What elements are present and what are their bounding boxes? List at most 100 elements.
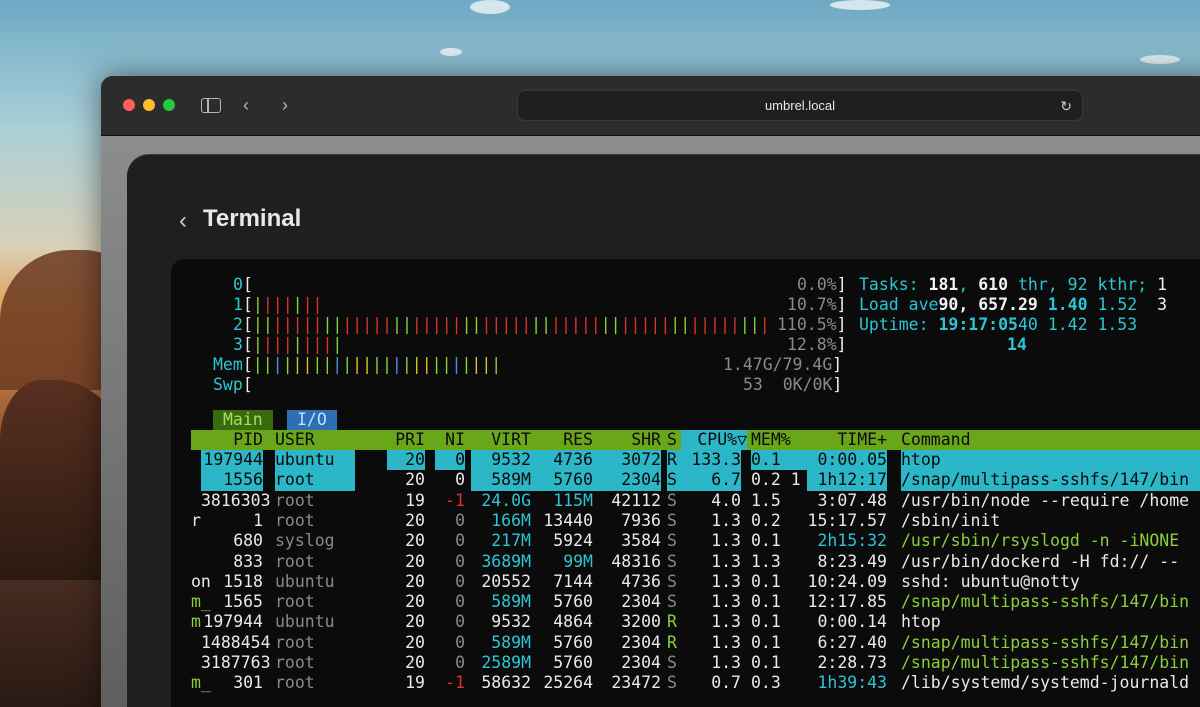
cell-user: root — [275, 653, 315, 672]
column-header-user[interactable]: USER — [275, 430, 355, 450]
cell-cmd: /snap/multipass-sshfs/147/bin — [901, 653, 1190, 672]
cell-cpu: 1.3 — [711, 571, 741, 591]
process-row[interactable]: 1565 root 20 0 589M 5760 2304 S 1.3 0.1 12:17.85/s… — [191, 592, 1200, 612]
column-header-virt[interactable]: VIRT — [471, 430, 531, 450]
cell-virt: 24.0G — [481, 490, 531, 510]
cell-res: 5924 — [553, 531, 593, 551]
column-header-mem[interactable]: MEM% — [751, 430, 807, 450]
cpu-2-percent: 110.5%] — [777, 315, 847, 334]
cell-pid: 3816303 — [201, 490, 271, 510]
cell-pri: 20 — [405, 612, 425, 632]
process-row[interactable]: 1488454 root 20 0 589M 5760 2304 R 1.3 0.1 6:27.40… — [191, 633, 1200, 653]
cell-cpu: 4.0 — [711, 490, 741, 510]
terminal-screen[interactable]: 0[ 1[||||||| 2[|||||||||||||||||||||||||… — [171, 259, 1200, 707]
column-header-ni[interactable]: NI — [435, 430, 465, 450]
close-window-button[interactable] — [123, 99, 135, 111]
cell-cmd: /snap/multipass-sshfs/147/bin — [901, 470, 1200, 491]
process-row[interactable]: 833 root 20 0 3689M 99M 48316 S 1.3 1.3 8:23.49/us… — [191, 552, 1200, 572]
column-header-shr[interactable]: SHR — [593, 430, 661, 450]
process-row[interactable]: 301 root 19 -1 58632 25264 23472 S 0.7 0.3 1h39:43… — [191, 673, 1200, 693]
cell-cmd: /snap/multipass-sshfs/147/bin — [901, 632, 1190, 652]
cell-pid: 680 — [233, 531, 263, 551]
cell-pri: 20 — [405, 470, 425, 490]
process-row[interactable]: 680 syslog 20 0 217M 5924 3584 S 1.3 0.1 2h15:32/u… — [191, 531, 1200, 551]
cell-pid: 1556 — [201, 470, 263, 491]
cell-s: S — [667, 551, 677, 571]
cell-cpu: 1.3 — [711, 510, 741, 530]
process-row[interactable]: 3816303 root 19 -1 24.0G 115M 42112 S 4.0 1.5 3:07… — [191, 491, 1200, 511]
cell-mem: 0.1 — [751, 653, 781, 672]
back-chevron-icon[interactable]: ‹ — [179, 207, 187, 235]
column-header-cmd[interactable]: Command — [901, 430, 1200, 450]
cell-mem: 1.5 — [751, 490, 781, 510]
cell-shr: 2304 — [621, 592, 661, 612]
cell-user: root — [275, 673, 315, 693]
cell-cmd: htop — [901, 450, 1200, 471]
cell-mem: 0.2 1 — [751, 470, 801, 490]
cell-ni: 0 — [455, 510, 465, 530]
cell-user: root — [275, 551, 315, 571]
address-bar[interactable]: umbrel.local ↻ — [517, 90, 1083, 121]
cell-user: root — [275, 632, 315, 652]
cell-virt: 217M — [491, 531, 531, 551]
cell-user: syslog — [275, 531, 335, 551]
cell-res: 13440 — [543, 510, 593, 530]
load-average-line: Load ave90, 657.29 1.40 1.52 3 — [859, 295, 1168, 314]
column-header-res[interactable]: RES — [531, 430, 593, 450]
column-header-time[interactable]: TIME+ — [807, 430, 887, 450]
cell-shr: 2304 — [593, 470, 661, 491]
process-row[interactable]: 3187763 root 20 0 2589M 5760 2304 S 1.3 0.1 2:28.7… — [191, 653, 1200, 673]
cell-user: ubuntu — [275, 450, 355, 471]
cell-cpu: 1.3 — [711, 592, 741, 612]
cell-ni: -1 — [445, 673, 465, 693]
cell-res: 115M — [553, 490, 593, 510]
tree-prefix: r — [191, 510, 201, 530]
column-header-pri[interactable]: PRI — [387, 430, 425, 450]
forward-arrow-icon[interactable]: › — [282, 94, 288, 116]
cell-user: ubuntu — [275, 571, 335, 591]
cell-pri: 19 — [405, 490, 425, 510]
cell-pri: 20 — [405, 632, 425, 652]
cell-time: 0:00.05 — [807, 450, 887, 471]
cell-pri: 20 — [405, 592, 425, 612]
cell-s: S — [667, 592, 677, 612]
swap-meter: Swp[ — [213, 375, 253, 394]
process-row[interactable]: 1 root 20 0 166M 13440 7936 S 1.3 0.2 15:17.57/sbi… — [191, 511, 1200, 531]
cell-pri: 20 — [387, 450, 425, 471]
cell-pri: 19 — [405, 673, 425, 693]
process-row[interactable]: 1556 root 20 0 589M 5760 2304 S 6.7 0.2 1 1h12:17 /… — [191, 470, 1200, 491]
column-header-cpu[interactable]: CPU%▽ — [681, 430, 747, 451]
tab-main[interactable]: Main — [213, 410, 273, 430]
tasks-line: Tasks: 181, 610 thr, 92 kthr; 1 — [859, 275, 1168, 294]
cell-virt: 20552 — [481, 571, 531, 591]
mem-meter: Mem[||||||||||||||||||||||||| — [213, 355, 502, 374]
process-row[interactable]: 197944 ubuntu 20 0 9532 4864 3200 R 1.3 0.1 0:00.1… — [191, 612, 1200, 632]
process-row[interactable]: 197944 ubuntu 20 0 9532 4736 3072 R 133.3 0.1 0:00… — [191, 450, 1200, 471]
cell-virt: 58632 — [481, 673, 531, 693]
cell-shr: 4736 — [621, 571, 661, 591]
cell-s: S — [667, 510, 677, 530]
cell-res: 7144 — [553, 571, 593, 591]
cell-ni: 0 — [435, 450, 465, 471]
back-arrow-icon[interactable]: ‹ — [243, 94, 249, 116]
cell-pri: 20 — [405, 551, 425, 571]
cell-time: 1h12:17 — [807, 470, 887, 491]
cell-shr: 42112 — [611, 490, 661, 510]
zoom-window-button[interactable] — [163, 99, 175, 111]
cell-time: 8:23.49 — [817, 551, 887, 571]
cell-cpu: 133.3 — [681, 450, 741, 471]
cell-ni: 0 — [455, 612, 465, 632]
tab-io[interactable]: I/O — [287, 410, 337, 430]
cell-cmd: /snap/multipass-sshfs/147/bin — [901, 592, 1190, 612]
reload-icon[interactable]: ↻ — [1060, 91, 1072, 121]
cell-mem: 0.1 — [751, 632, 781, 652]
minimize-window-button[interactable] — [143, 99, 155, 111]
cell-res: 99M — [563, 551, 593, 571]
cpu-meter-0: 0[ — [233, 275, 253, 294]
column-header-s[interactable]: S — [667, 430, 681, 450]
cell-s: R — [667, 632, 677, 652]
process-row[interactable]: 1518 ubuntu 20 0 20552 7144 4736 S 1.3 0.1 10:24.0… — [191, 572, 1200, 592]
browser-titlebar: ‹ › umbrel.local ↻ — [101, 76, 1200, 136]
column-header-pid[interactable]: PID — [201, 430, 263, 450]
sidebar-toggle-icon[interactable] — [201, 98, 221, 113]
